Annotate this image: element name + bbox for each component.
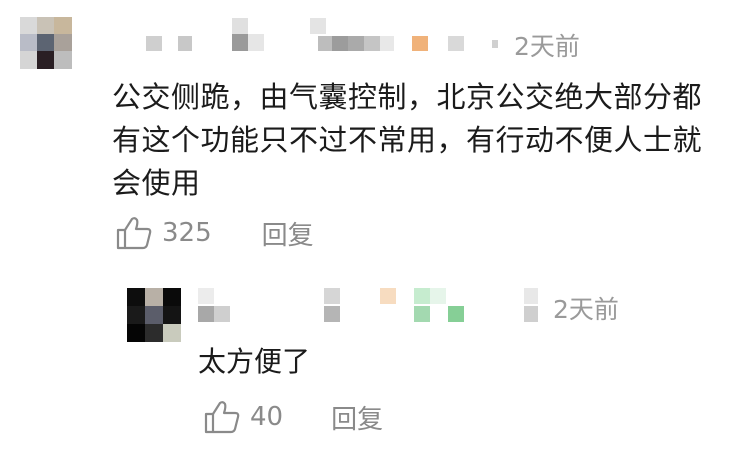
comment-timestamp: 2天前 xyxy=(514,32,580,61)
reply-like-count: 40 xyxy=(250,402,284,432)
reply-avatar[interactable] xyxy=(127,288,181,342)
reply-text: 太方便了 xyxy=(198,345,311,378)
comment-actions: 325 回复 xyxy=(116,214,314,252)
like-count: 325 xyxy=(162,218,212,248)
reply-username[interactable] xyxy=(196,288,546,328)
thumbs-up-icon xyxy=(204,401,240,434)
username[interactable] xyxy=(140,18,500,58)
reply-like-button[interactable]: 40 xyxy=(204,400,283,434)
comment-text: 公交侧跪，由气囊控制，北京公交绝大部分都有这个功能只不过不常用，有行动不便人士就… xyxy=(112,80,703,200)
reply-timestamp: 2天前 xyxy=(553,295,619,324)
reply-actions: 40 回复 xyxy=(204,398,383,436)
thumbs-up-icon xyxy=(116,217,152,250)
avatar[interactable] xyxy=(20,17,72,69)
like-button[interactable]: 325 xyxy=(116,216,212,250)
reply-button[interactable]: 回复 xyxy=(262,215,314,252)
reply-reply-button[interactable]: 回复 xyxy=(331,399,383,436)
